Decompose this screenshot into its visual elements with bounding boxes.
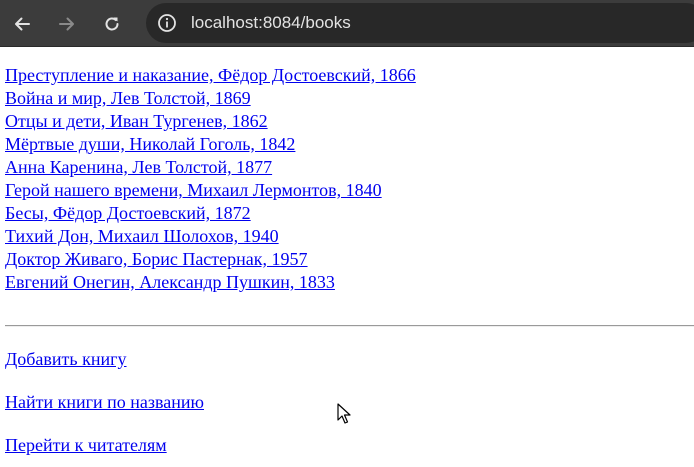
book-link[interactable]: Анна Каренина, Лев Толстой, 1877 — [5, 157, 272, 177]
list-item: Война и мир, Лев Толстой, 1869 — [5, 87, 416, 110]
site-info-button[interactable] — [155, 11, 179, 35]
forward-button[interactable] — [54, 11, 80, 37]
go-to-readers-link[interactable]: Перейти к читателям — [5, 434, 167, 457]
reload-icon — [105, 17, 119, 31]
book-list: Преступление и наказание, Фёдор Достоевс… — [5, 64, 416, 294]
arrow-left-icon — [15, 17, 30, 31]
list-item: Отцы и дети, Иван Тургенев, 1862 — [5, 110, 416, 133]
browser-toolbar: localhost:8084/books — [0, 0, 694, 47]
back-button[interactable] — [9, 11, 35, 37]
address-bar[interactable]: localhost:8084/books — [146, 3, 694, 43]
find-books-by-title-link[interactable]: Найти книги по названию — [5, 391, 204, 414]
url-text[interactable]: localhost:8084/books — [191, 13, 351, 33]
info-icon — [158, 14, 176, 32]
book-link[interactable]: Война и мир, Лев Толстой, 1869 — [5, 88, 251, 108]
book-link[interactable]: Евгений Онегин, Александр Пушкин, 1833 — [5, 272, 335, 292]
list-item: Анна Каренина, Лев Толстой, 1877 — [5, 156, 416, 179]
book-link[interactable]: Доктор Живаго, Борис Пастернак, 1957 — [5, 249, 308, 269]
book-link[interactable]: Бесы, Фёдор Достоевский, 1872 — [5, 203, 251, 223]
book-link[interactable]: Отцы и дети, Иван Тургенев, 1862 — [5, 111, 268, 131]
book-link[interactable]: Преступление и наказание, Фёдор Достоевс… — [5, 65, 416, 85]
book-link[interactable]: Мёртвые души, Николай Гоголь, 1842 — [5, 134, 295, 154]
list-item: Герой нашего времени, Михаил Лермонтов, … — [5, 179, 416, 202]
arrow-right-icon — [59, 17, 74, 31]
divider — [5, 325, 694, 327]
mouse-pointer-icon — [337, 403, 351, 424]
book-link[interactable]: Герой нашего времени, Михаил Лермонтов, … — [5, 180, 382, 200]
list-item: Доктор Живаго, Борис Пастернак, 1957 — [5, 248, 416, 271]
book-link[interactable]: Тихий Дон, Михаил Шолохов, 1940 — [5, 226, 279, 246]
list-item: Евгений Онегин, Александр Пушкин, 1833 — [5, 271, 416, 294]
list-item: Преступление и наказание, Фёдор Достоевс… — [5, 64, 416, 87]
add-book-link[interactable]: Добавить книгу — [5, 348, 127, 371]
list-item: Мёртвые души, Николай Гоголь, 1842 — [5, 133, 416, 156]
list-item: Тихий Дон, Михаил Шолохов, 1940 — [5, 225, 416, 248]
reload-button[interactable] — [99, 11, 125, 37]
list-item: Бесы, Фёдор Достоевский, 1872 — [5, 202, 416, 225]
